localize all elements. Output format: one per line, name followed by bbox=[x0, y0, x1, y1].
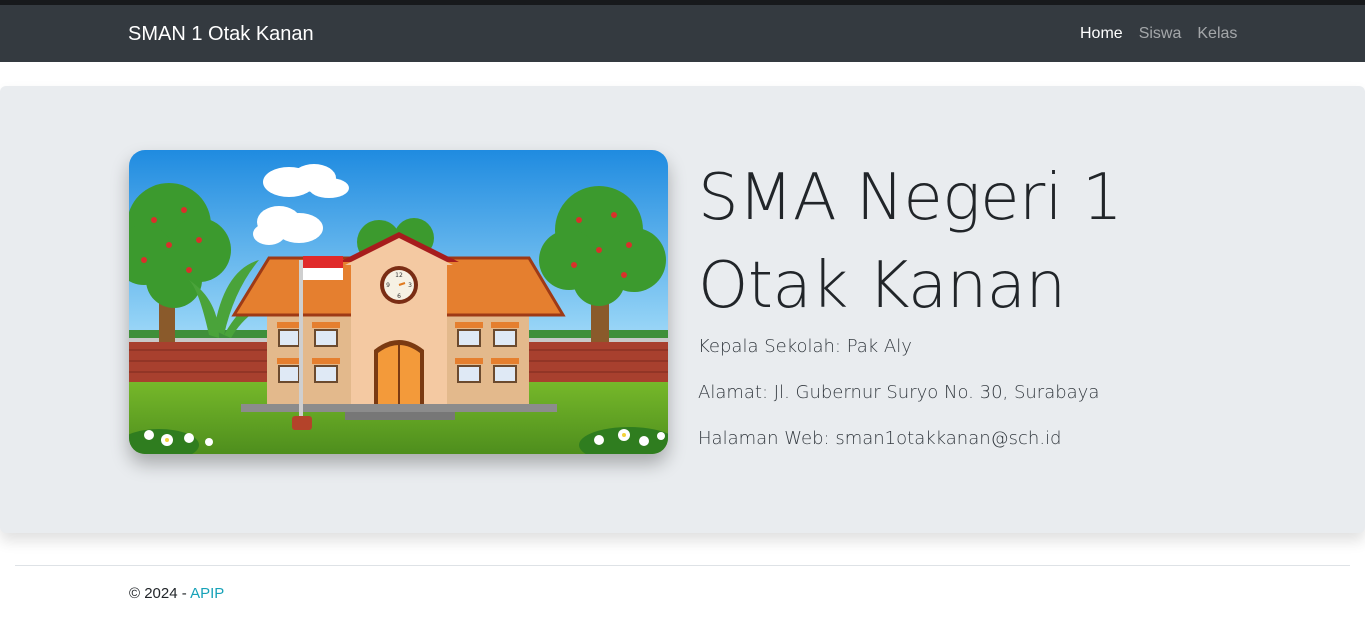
copyright-text: © 2024 - bbox=[129, 585, 191, 602]
clock-number-6: 6 bbox=[397, 293, 401, 300]
nav-link-home[interactable]: Home bbox=[1080, 25, 1123, 43]
school-illustration: 12 3 6 9 bbox=[129, 150, 668, 454]
navbar-brand[interactable]: SMAN 1 Otak Kanan bbox=[128, 23, 314, 46]
title-line-1: SMA Negeri 1 bbox=[698, 161, 1123, 235]
website-text: Halaman Web: sman1otakkanan@sch.id bbox=[698, 428, 1062, 449]
address-text: Alamat: Jl. Gubernur Suryo No. 30, Surab… bbox=[698, 382, 1100, 403]
title-line-2: Otak Kanan bbox=[698, 249, 1066, 323]
clock-number-9: 9 bbox=[386, 282, 390, 289]
footer-divider bbox=[15, 565, 1350, 566]
navbar: SMAN 1 Otak Kanan Home Siswa Kelas bbox=[0, 5, 1365, 62]
author-link[interactable]: APIP bbox=[190, 585, 224, 602]
footer: © 2024 - APIP bbox=[129, 585, 224, 602]
clock-number-3: 3 bbox=[408, 282, 412, 289]
nav-links: Home Siswa Kelas bbox=[1080, 25, 1237, 43]
page-title: SMA Negeri 1 Otak Kanan bbox=[698, 154, 1338, 330]
principal-text: Kepala Sekolah: Pak Aly bbox=[698, 336, 912, 357]
nav-link-kelas[interactable]: Kelas bbox=[1197, 25, 1237, 43]
nav-link-siswa[interactable]: Siswa bbox=[1139, 25, 1182, 43]
clock-number-12: 12 bbox=[395, 272, 403, 279]
